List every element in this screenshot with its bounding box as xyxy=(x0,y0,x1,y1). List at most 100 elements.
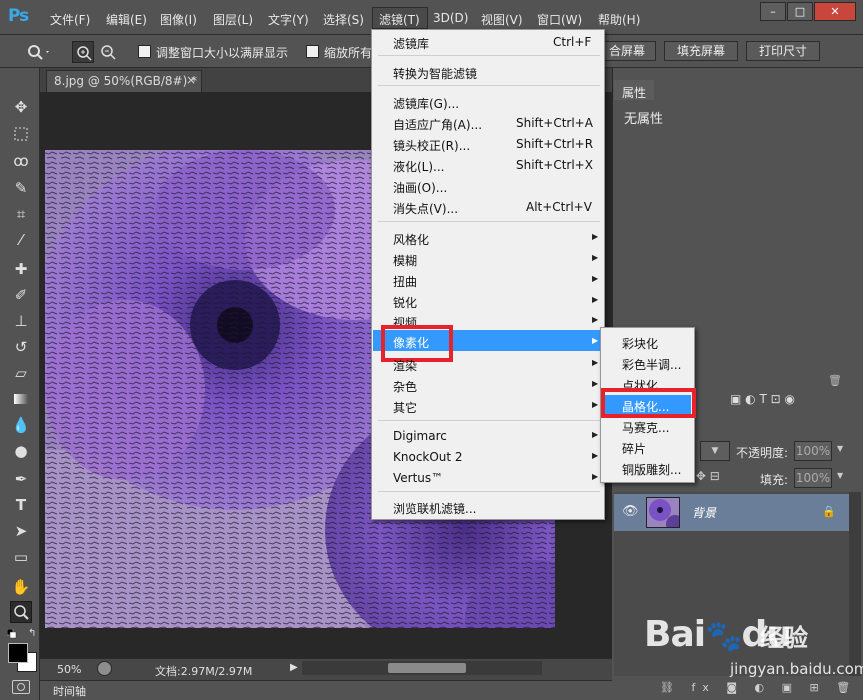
opacity-input[interactable]: 100% xyxy=(794,441,832,461)
blend-mode-dropdown[interactable]: ▼ xyxy=(700,441,730,461)
gradient-tool-icon[interactable] xyxy=(10,388,32,410)
status-info-icon[interactable] xyxy=(97,661,112,676)
layers-scrollbar[interactable] xyxy=(849,492,861,676)
filter-gallery-item[interactable]: 滤镜库(G)... xyxy=(393,95,459,112)
layer-lock-icon: 🔒 xyxy=(822,505,836,518)
menu-image[interactable]: 图像(I) xyxy=(160,11,197,28)
menu-separator xyxy=(378,420,600,421)
color-halftone-item[interactable]: 彩色半调... xyxy=(622,356,681,373)
print-size-button[interactable]: 打印尺寸 xyxy=(746,41,820,61)
submenu-arrow-icon: ▶ xyxy=(592,400,599,409)
sharpen-item[interactable]: 锐化 xyxy=(393,294,417,311)
menu-separator xyxy=(378,221,600,222)
zoom-all-label: 缩放所有 xyxy=(324,46,373,60)
convert-smart-filter-item[interactable]: 转换为智能滤镜 xyxy=(393,65,477,82)
adaptive-wide-angle-item[interactable]: 自适应广角(A)... xyxy=(393,116,482,133)
fill-dropdown-icon[interactable]: ▼ xyxy=(837,471,843,480)
path-select-icon[interactable]: ➤ xyxy=(10,520,32,542)
menu-help[interactable]: 帮助(H) xyxy=(598,11,640,28)
maximize-button[interactable]: □ xyxy=(787,2,813,21)
crop-tool-icon[interactable]: ⌗ xyxy=(10,203,32,225)
menu-separator xyxy=(378,491,600,492)
status-menu-arrow-icon[interactable]: ▶ xyxy=(290,662,298,673)
resize-windows-checkbox[interactable] xyxy=(138,45,151,58)
quick-select-tool-icon[interactable]: ✎ xyxy=(10,177,32,199)
menu-edit[interactable]: 编辑(E) xyxy=(106,11,147,28)
menu-window[interactable]: 窗口(W) xyxy=(537,11,582,28)
swap-colors-icon[interactable]: ↰ xyxy=(28,628,36,639)
healing-brush-icon[interactable]: ✚ xyxy=(10,258,32,280)
layer-name[interactable]: 背景 xyxy=(692,504,716,521)
marquee-tool-icon[interactable] xyxy=(10,123,32,145)
menu-filter[interactable]: 滤镜(T) xyxy=(379,11,420,28)
close-window-button[interactable]: ✕ xyxy=(814,2,856,21)
horizontal-scrollbar-thumb[interactable] xyxy=(388,663,466,673)
zoom-out-icon[interactable] xyxy=(97,41,119,63)
pen-tool-icon[interactable]: ✒ xyxy=(10,468,32,490)
move-tool-icon[interactable]: ✥ xyxy=(10,96,32,118)
menu-type[interactable]: 文字(Y) xyxy=(268,11,309,28)
quick-mask-icon[interactable] xyxy=(12,680,30,694)
blur-tool-icon[interactable]: 💧 xyxy=(10,414,32,436)
zoom-in-icon[interactable] xyxy=(72,41,94,63)
fill-screen-button[interactable]: 填充屏幕 xyxy=(664,41,738,61)
minimize-button[interactable]: – xyxy=(760,2,786,21)
menu-separator xyxy=(378,85,600,86)
filter-gallery-last-item[interactable]: 滤镜库 xyxy=(393,35,429,52)
distort-item[interactable]: 扭曲 xyxy=(393,273,417,290)
zoom-tool-icon[interactable] xyxy=(10,601,32,623)
lens-correction-item[interactable]: 镜头校正(R)... xyxy=(393,137,470,154)
noise-item[interactable]: 杂色 xyxy=(393,378,417,395)
oil-paint-item[interactable]: 油画(O)... xyxy=(393,179,447,196)
blur-item[interactable]: 模糊 xyxy=(393,252,417,269)
opacity-label: 不透明度: xyxy=(736,446,789,460)
layer-filter-icons[interactable]: ▣ ◐ T ⊡ ◉ xyxy=(730,392,850,412)
rectangle-tool-icon[interactable]: ▭ xyxy=(10,546,32,568)
menu-layer[interactable]: 图层(L) xyxy=(213,11,253,28)
type-tool-icon[interactable]: T xyxy=(10,494,32,516)
layers-footer-icons[interactable]: ⛓ fx ◙ ◐ ▣ ⊞ 🗑 xyxy=(660,681,857,694)
menu-3d[interactable]: 3D(D) xyxy=(433,11,468,25)
hand-tool-icon[interactable]: ✋ xyxy=(10,576,32,598)
stylize-item[interactable]: 风格化 xyxy=(393,231,429,248)
color-halftone-facet-item[interactable]: 彩块化 xyxy=(622,335,658,352)
zoom-preset-icon[interactable] xyxy=(24,42,52,62)
mezzotint-item[interactable]: 铜版雕刻... xyxy=(622,461,681,478)
liquify-item[interactable]: 液化(L)... xyxy=(393,158,445,175)
layer-visibility-eye-icon[interactable]: 👁 xyxy=(622,504,639,519)
menu-view[interactable]: 视图(V) xyxy=(481,11,523,28)
foreground-color-swatch[interactable] xyxy=(8,643,28,663)
baidu-jingyan-watermark: 经验 xyxy=(760,624,808,652)
browse-filters-online-item[interactable]: 浏览联机滤镜... xyxy=(393,500,476,517)
zoom-level[interactable]: 50% xyxy=(57,663,81,676)
opacity-dropdown-icon[interactable]: ▼ xyxy=(837,444,843,453)
lasso-tool-icon[interactable]: ꝏ xyxy=(10,150,32,172)
document-tab-label: 8.jpg @ 50%(RGB/8#) * xyxy=(54,74,198,88)
eyedropper-tool-icon[interactable]: ⁄ xyxy=(10,229,32,251)
render-item[interactable]: 渲染 xyxy=(393,357,417,374)
default-colors-icon[interactable] xyxy=(6,628,17,639)
submenu-arrow-icon: ▶ xyxy=(592,472,599,481)
menu-file[interactable]: 文件(F) xyxy=(50,11,90,28)
dodge-tool-icon[interactable]: ● xyxy=(10,440,32,462)
vertus-item[interactable]: Vertus™ xyxy=(393,471,443,485)
mosaic-item[interactable]: 马赛克... xyxy=(622,419,669,436)
zoom-all-checkbox[interactable] xyxy=(306,45,319,58)
menu-select[interactable]: 选择(S) xyxy=(323,11,364,28)
knockout-item[interactable]: KnockOut 2 xyxy=(393,450,463,464)
vanishing-point-item[interactable]: 消失点(V)... xyxy=(393,200,458,217)
digimarc-item[interactable]: Digimarc xyxy=(393,429,447,443)
fill-input[interactable]: 100% xyxy=(794,468,832,488)
timeline-panel xyxy=(40,680,612,700)
eraser-tool-icon[interactable]: ▱ xyxy=(10,362,32,384)
timeline-label[interactable]: 时间轴 xyxy=(53,683,86,699)
fit-screen-button[interactable]: 合屏幕 xyxy=(598,41,656,61)
vanishing-point-shortcut: Alt+Ctrl+V xyxy=(526,200,592,214)
brush-tool-icon[interactable]: ✐ xyxy=(10,284,32,306)
history-brush-icon[interactable]: ↺ xyxy=(10,336,32,358)
other-item[interactable]: 其它 xyxy=(393,399,417,416)
stamp-tool-icon[interactable]: ⊥ xyxy=(10,310,32,332)
submenu-arrow-icon: ▶ xyxy=(592,295,599,304)
fragment-item[interactable]: 碎片 xyxy=(622,440,646,457)
document-close-icon[interactable]: × xyxy=(186,73,196,87)
